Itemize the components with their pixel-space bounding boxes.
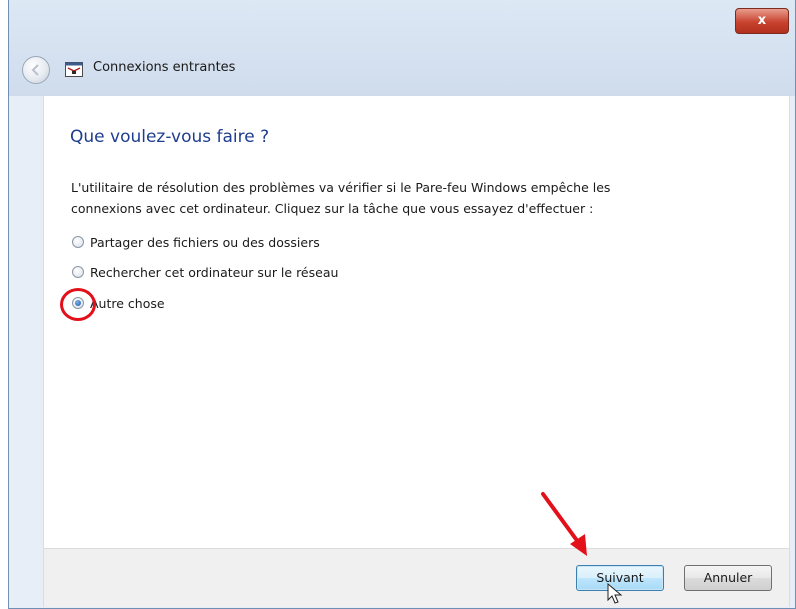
description-line: connexions avec cet ordinateur. Cliquez …	[71, 201, 594, 216]
cancel-button[interactable]: Annuler	[684, 565, 772, 591]
button-bar: Suivant Annuler	[43, 548, 790, 607]
option-label: Rechercher cet ordinateur sur le réseau	[90, 264, 339, 280]
description-line: L'utilitaire de résolution des problèmes…	[71, 180, 611, 195]
back-arrow-icon	[31, 64, 39, 76]
dialog-window: x Connexions entrantes Que voulez-vous f…	[8, 0, 796, 609]
red-arrow-annotation	[541, 492, 587, 556]
window-title: Connexions entrantes	[93, 60, 236, 75]
radio-button[interactable]	[72, 266, 84, 278]
option-label: Autre chose	[90, 295, 165, 311]
firewall-icon	[65, 62, 83, 77]
title-bar: x Connexions entrantes	[9, 0, 795, 96]
option-find-computer[interactable]: Rechercher cet ordinateur sur le réseau	[72, 262, 338, 282]
description: L'utilitaire de résolution des problèmes…	[71, 177, 711, 219]
option-label: Partager des fichiers ou des dossiers	[90, 234, 320, 250]
back-button[interactable]	[22, 56, 50, 84]
radio-button[interactable]	[72, 236, 84, 248]
page-title: Que voulez-vous faire ?	[70, 127, 270, 147]
option-share-files[interactable]: Partager des fichiers ou des dossiers	[72, 232, 320, 252]
mouse-cursor-icon	[607, 583, 623, 604]
close-button[interactable]: x	[735, 8, 789, 34]
content-panel: Que voulez-vous faire ? L'utilitaire de …	[43, 96, 790, 548]
highlight-circle-annotation	[60, 288, 96, 321]
